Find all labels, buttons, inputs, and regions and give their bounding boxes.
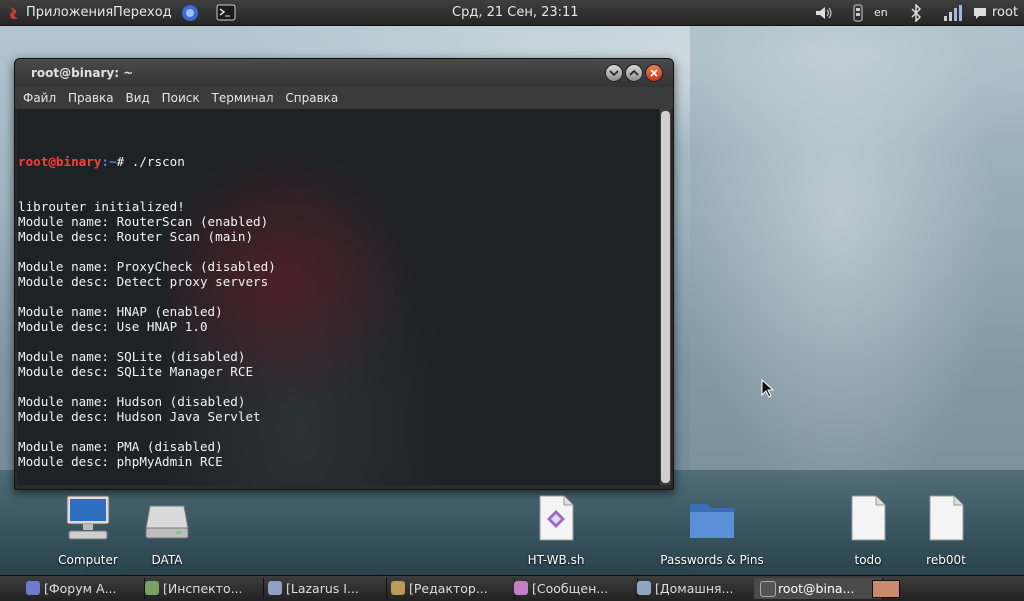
terminal-line: Module desc: phpMyAdmin RCE [18,454,223,469]
app-task-icon [145,581,159,595]
task-home[interactable]: [Домашня... [631,578,761,599]
desktop-icon-passwords[interactable]: Passwords & Pins [648,494,776,567]
desktop-icon-label: reb00t [926,553,966,567]
task-label: [Lazarus I... [286,581,359,596]
user-menu[interactable]: root [992,0,1018,25]
minimize-icon [609,70,619,77]
desktop-icon-label: HT-WB.sh [527,553,585,567]
desktop-icon-data[interactable]: DATA [117,494,217,567]
terminal-line: Settings updated [18,484,660,485]
panel-clock[interactable]: Срд, 21 Сен, 23:11 [452,0,579,25]
keyboard-layout-icon[interactable] [848,3,868,22]
terminal-line: Module name: HNAP (enabled) [18,304,223,319]
terminal-line: Module name: ProxyCheck (disabled) [18,259,276,274]
terminal-line: Module desc: Router Scan (main) [18,229,254,244]
maximize-button[interactable] [625,64,643,82]
desktop-icon-ht-wb[interactable]: HT-WB.sh [506,494,606,567]
terminal-line: Module desc: Hudson Java Servlet [18,409,261,424]
text-file-icon [896,494,996,547]
task-label: [Сообщен... [532,581,609,596]
task-label: [Форум А... [44,581,117,596]
menu-terminal[interactable]: Терминал [211,91,273,105]
prompt-command: # ./rscon [116,154,185,169]
desktop-icon-label: Passwords & Pins [660,553,764,567]
messages-task-icon [514,581,528,595]
task-terminal[interactable]: root@bina... [754,578,883,599]
terminal-scrollbar[interactable] [660,109,671,485]
terminal-line: Module name: PMA (disabled) [18,439,223,454]
drive-icon [117,494,217,547]
terminal-window[interactable]: root@binary: ~ Файл Правка Вид Поиск Тер… [14,58,674,490]
network-signal-icon[interactable] [942,3,962,22]
minimize-button[interactable] [605,64,623,82]
editor-task-icon [391,581,405,595]
terminal-line: librouter initialized! [18,199,185,214]
distro-logo-icon[interactable] [4,3,24,22]
bottom-taskbar: [Форум А... [Инспекто... [Lazarus I... [… [0,575,1024,601]
browser-launcher-icon[interactable] [180,3,200,22]
terminal-output[interactable]: root@binary:~# ./rscon librouter initial… [17,109,660,485]
applications-menu[interactable]: Приложения [26,0,113,25]
workspace-switcher[interactable] [872,580,900,598]
close-button[interactable] [645,64,663,82]
task-label: [Редактор... [409,581,488,596]
prompt-line: root@binary:~# ./rscon [18,154,660,169]
window-title: root@binary: ~ [31,66,134,80]
task-messages[interactable]: [Сообщен... [508,578,638,599]
task-lazarus[interactable]: [Lazarus I... [262,578,387,599]
folder-icon [648,494,776,547]
home-task-icon [637,581,651,595]
lazarus-task-icon [268,581,282,595]
volume-icon[interactable] [814,3,834,22]
terminal-launcher-icon[interactable] [216,3,236,22]
mouse-pointer-icon [761,378,775,402]
scrollbar-thumb[interactable] [661,111,670,483]
terminal-line: Module desc: SQLite Manager RCE [18,364,254,379]
prompt-path: :~ [101,154,117,169]
script-file-icon [506,494,606,547]
task-editor[interactable]: [Редактор... [385,578,515,599]
places-menu[interactable]: Переход [113,0,172,25]
task-label: [Домашня... [655,581,734,596]
terminal-task-icon [760,581,776,597]
prompt-user: root@binary [18,154,102,169]
task-label: root@bina... [778,581,855,596]
maximize-icon [629,69,639,76]
task-inspector[interactable]: [Инспекто... [139,578,264,599]
menu-help[interactable]: Справка [285,91,338,105]
terminal-lines: librouter initialized! Module name: Route… [18,199,660,485]
bluetooth-icon[interactable] [906,3,926,22]
terminal-line: Module name: SQLite (disabled) [18,349,246,364]
terminal-titlebar[interactable]: root@binary: ~ [15,59,673,87]
browser-task-icon [26,581,40,595]
menu-view[interactable]: Вид [125,91,149,105]
terminal-menubar: Файл Правка Вид Поиск Терминал Справка [15,87,673,109]
desktop-icon-label: DATA [151,553,183,567]
terminal-line: Module desc: Use HNAP 1.0 [18,319,208,334]
terminal-line: Module desc: Detect proxy servers [18,274,269,289]
chat-status-icon[interactable] [970,3,990,22]
task-forum[interactable]: [Форум А... [20,578,145,599]
menu-file[interactable]: Файл [23,91,56,105]
menu-search[interactable]: Поиск [162,91,200,105]
top-panel: Приложения Переход Срд, 21 Сен, 23:11 en… [0,0,1024,26]
close-icon [650,69,658,77]
terminal-line: Module name: Hudson (disabled) [18,394,246,409]
language-indicator[interactable]: en [874,0,888,25]
task-label: [Инспекто... [163,581,243,596]
menu-edit[interactable]: Правка [68,91,114,105]
desktop-icon-reboot[interactable]: reb00t [896,494,996,567]
terminal-line: Module name: RouterScan (enabled) [18,214,269,229]
